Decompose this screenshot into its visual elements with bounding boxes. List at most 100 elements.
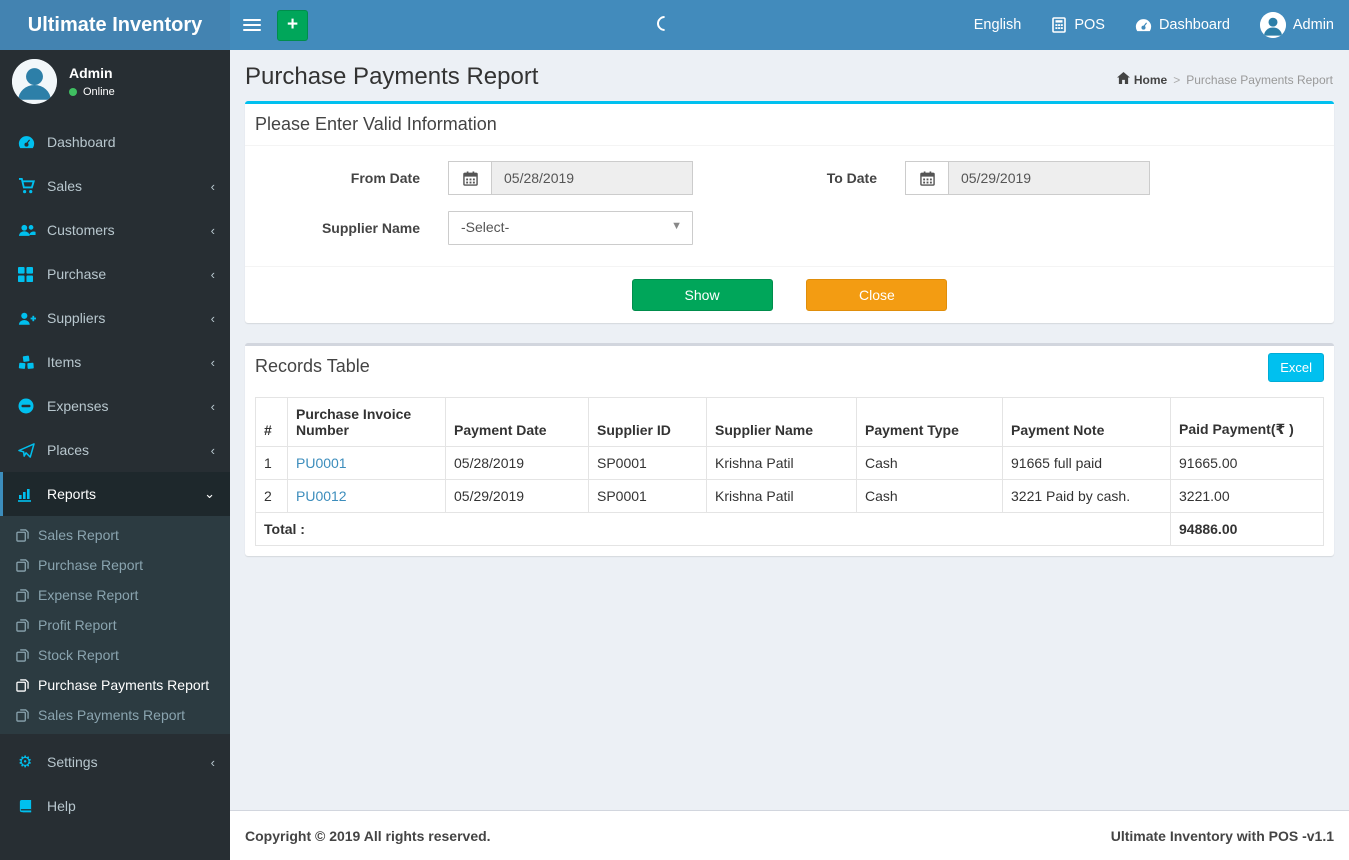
tachometer-icon: [18, 135, 40, 150]
submenu-purchase-report[interactable]: Purchase Report: [0, 550, 230, 580]
chevron-left-icon: ‹: [210, 178, 215, 194]
nav-language[interactable]: English: [959, 0, 1037, 50]
sidebar-item-purchase[interactable]: Purchase ‹: [0, 252, 230, 296]
col-payment-date: Payment Date: [445, 397, 589, 447]
chevron-left-icon: ‹: [210, 442, 215, 458]
sidebar-item-help[interactable]: Help: [0, 784, 230, 828]
nav-user-menu[interactable]: Admin: [1245, 0, 1349, 50]
copy-icon: [16, 588, 29, 602]
table-row: 1 PU0001 05/28/2019 SP0001 Krishna Patil…: [255, 446, 1324, 480]
invoice-link[interactable]: PU0001: [296, 455, 347, 471]
chevron-down-icon: ⌄: [204, 486, 215, 501]
col-payment-note: Payment Note: [1002, 397, 1171, 447]
chevron-left-icon: ‹: [210, 222, 215, 238]
user-avatar-icon: [1259, 12, 1286, 38]
user-plus-icon: [18, 311, 40, 326]
chevron-left-icon: ‹: [210, 310, 215, 326]
calculator-icon: [1051, 17, 1067, 33]
sidebar: Admin Online Dashboard Sales ‹ Customers: [0, 50, 230, 860]
total-value: 94886.00: [1170, 512, 1324, 546]
records-table: # Purchase Invoice Number Payment Date S…: [255, 397, 1324, 546]
home-icon: [1116, 72, 1130, 87]
online-dot-icon: [69, 87, 77, 96]
breadcrumb: Home > Purchase Payments Report: [1116, 72, 1333, 87]
col-supplier-name: Supplier Name: [706, 397, 857, 447]
caret-down-icon: ▼: [671, 220, 682, 232]
breadcrumb-home-link[interactable]: Home: [1116, 72, 1167, 87]
nav-dashboard[interactable]: Dashboard: [1120, 0, 1245, 50]
grid-icon: [18, 266, 40, 282]
sidebar-item-dashboard[interactable]: Dashboard: [0, 120, 230, 164]
content-area: Purchase Payments Report Home > Purchase…: [230, 50, 1349, 810]
chevron-left-icon: ‹: [210, 754, 215, 770]
page-footer: Copyright © 2019 All rights reserved. Ul…: [230, 810, 1349, 860]
from-date-label: From Date: [350, 170, 420, 186]
col-payment-type: Payment Type: [856, 397, 1003, 447]
paper-plane-icon: [18, 442, 40, 458]
hamburger-icon: [243, 19, 261, 21]
sidebar-item-reports[interactable]: Reports ⌄: [0, 472, 230, 516]
col-supplier-id: Supplier ID: [588, 397, 707, 447]
cart-icon: [18, 178, 40, 194]
sidebar-item-suppliers[interactable]: Suppliers ‹: [0, 296, 230, 340]
total-label: Total :: [255, 512, 1171, 546]
col-paid-payment: Paid Payment(₹ ): [1170, 397, 1324, 447]
cubes-icon: [18, 355, 40, 370]
loading-spinner-icon: [653, 12, 676, 35]
nav-dashboard-label: Dashboard: [1158, 17, 1230, 33]
sidebar-user-status[interactable]: Online: [69, 86, 115, 98]
nav-language-label: English: [973, 17, 1022, 33]
copy-icon: [16, 528, 29, 542]
chevron-left-icon: ‹: [210, 398, 215, 414]
to-date-input-group: [905, 161, 1150, 195]
sidebar-user-name: Admin: [69, 64, 113, 81]
sidebar-item-sales[interactable]: Sales ‹: [0, 164, 230, 208]
sidebar-item-items[interactable]: Items ‹: [0, 340, 230, 384]
sidebar-menu: Dashboard Sales ‹ Customers ‹ Purchase ‹…: [0, 120, 230, 828]
records-table-title: Records Table: [255, 356, 370, 376]
filter-box: Please Enter Valid Information From Date…: [245, 101, 1334, 323]
to-date-label: To Date: [826, 170, 877, 186]
sidebar-user-panel: Admin Online: [0, 50, 230, 112]
users-icon: [18, 223, 40, 238]
chevron-left-icon: ‹: [210, 354, 215, 370]
sidebar-item-expenses[interactable]: Expenses ‹: [0, 384, 230, 428]
gears-icon: ⚙: [18, 754, 33, 771]
nav-pos-label: POS: [1074, 17, 1105, 33]
breadcrumb-separator: >: [1173, 72, 1181, 87]
sidebar-item-customers[interactable]: Customers ‹: [0, 208, 230, 252]
submenu-sales-report[interactable]: Sales Report: [0, 520, 230, 550]
submenu-stock-report[interactable]: Stock Report: [0, 640, 230, 670]
supplier-select-value: -Select-: [461, 219, 510, 235]
copy-icon: [16, 648, 29, 662]
supplier-name-label: Supplier Name: [321, 220, 420, 236]
submenu-expense-report[interactable]: Expense Report: [0, 580, 230, 610]
supplier-select[interactable]: -Select- ▼: [448, 211, 693, 245]
copy-icon: [16, 618, 29, 632]
col-invoice-number: Purchase Invoice Number: [287, 397, 446, 447]
sidebar-user-avatar: [12, 58, 57, 104]
calendar-icon: [905, 161, 948, 195]
table-header-row: # Purchase Invoice Number Payment Date S…: [255, 397, 1324, 447]
close-button[interactable]: Close: [806, 279, 948, 311]
sidebar-item-places[interactable]: Places ‹: [0, 428, 230, 472]
add-button[interactable]: +: [277, 9, 308, 41]
records-box: Records Table Excel # Purchase Invoice N…: [245, 343, 1334, 556]
show-button[interactable]: Show: [631, 279, 773, 311]
sidebar-toggle-button[interactable]: [230, 0, 274, 50]
book-icon: [18, 799, 40, 814]
footer-copyright: Copyright © 2019 All rights reserved.: [245, 827, 491, 844]
submenu-profit-report[interactable]: Profit Report: [0, 610, 230, 640]
invoice-link[interactable]: PU0012: [296, 488, 347, 504]
sidebar-item-settings[interactable]: ⚙ Settings ‹: [0, 740, 230, 784]
to-date-input[interactable]: [948, 161, 1150, 195]
nav-pos[interactable]: POS: [1036, 0, 1120, 50]
brand-logo[interactable]: Ultimate Inventory: [0, 0, 230, 50]
from-date-input[interactable]: [491, 161, 693, 195]
nav-user-label: Admin: [1292, 17, 1334, 33]
submenu-sales-payments-report[interactable]: Sales Payments Report: [0, 700, 230, 730]
submenu-purchase-payments-report[interactable]: Purchase Payments Report: [0, 670, 230, 700]
excel-export-button[interactable]: Excel: [1268, 353, 1324, 382]
filter-box-title: Please Enter Valid Information: [245, 104, 1334, 146]
copy-icon: [16, 558, 29, 572]
